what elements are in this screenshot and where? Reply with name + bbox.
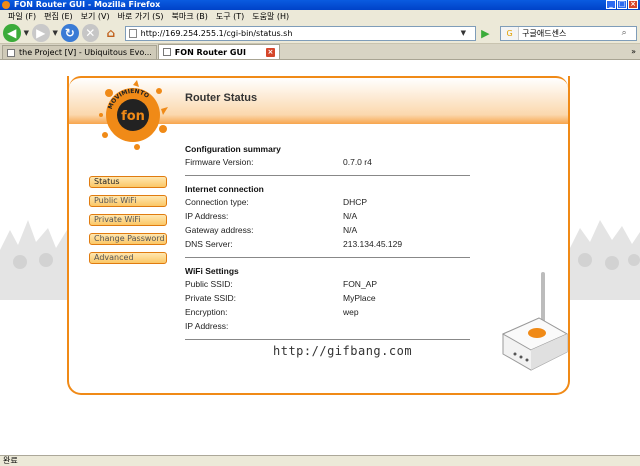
section-heading: WiFi Settings: [185, 266, 239, 276]
menu-view[interactable]: 보기 (V): [77, 11, 114, 22]
info-row: Firmware Version: 0.7.0 r4: [185, 157, 475, 171]
info-label: Connection type:: [185, 197, 249, 207]
search-icon[interactable]: ⌕: [617, 28, 631, 38]
watermark-text: http://gifbang.com: [273, 344, 413, 358]
minimize-button[interactable]: _: [606, 0, 616, 9]
window-title-bar: FON Router GUI - Mozilla Firefox _ □ ×: [0, 0, 640, 10]
fonera-router-illustration: [501, 272, 569, 371]
info-value: DHCP: [343, 197, 368, 207]
close-tab-icon[interactable]: ×: [265, 47, 275, 57]
info-label: DNS Server:: [185, 239, 233, 249]
section-heading: Configuration summary: [185, 144, 281, 154]
tab-bar: the Project [V] - Ubiquitous Evo... FON …: [0, 44, 640, 60]
info-row: Connection type: DHCP: [185, 197, 475, 211]
logo-wordmark: fon: [121, 109, 145, 124]
info-label: IP Address:: [185, 321, 229, 331]
search-input[interactable]: [519, 28, 618, 38]
back-arrow-icon[interactable]: ◀: [3, 24, 21, 42]
status-info: Configuration summary Firmware Version: …: [185, 144, 475, 348]
info-value: MyPlace: [343, 293, 376, 303]
nav-public-wifi-button[interactable]: Public WiFi: [89, 195, 167, 207]
reload-icon[interactable]: ↻: [60, 24, 79, 42]
info-label: IP Address:: [185, 211, 229, 221]
info-value: wep: [343, 307, 359, 317]
nav-change-password-button[interactable]: Change Password: [89, 233, 167, 245]
info-value: FON_AP: [343, 279, 378, 289]
menu-edit[interactable]: 편집 (E): [40, 11, 77, 22]
home-icon[interactable]: ⌂: [102, 24, 120, 42]
page-icon: [7, 48, 15, 57]
info-label: Firmware Version:: [185, 157, 254, 167]
info-row: IP Address: N/A: [185, 211, 475, 225]
info-row: Gateway address: N/A: [185, 225, 475, 239]
section-divider: [185, 175, 470, 176]
search-box[interactable]: G ⌕: [500, 25, 637, 41]
search-engine-icon[interactable]: G: [501, 26, 520, 40]
url-input[interactable]: [140, 28, 461, 38]
window-title: FON Router GUI - Mozilla Firefox: [14, 0, 161, 9]
menu-bookmarks[interactable]: 북마크 (B): [168, 11, 212, 22]
page-title: Router Status: [185, 92, 258, 104]
info-value: N/A: [343, 211, 358, 221]
info-value: N/A: [343, 225, 358, 235]
address-bar[interactable]: ▼: [124, 25, 477, 41]
nav-private-wifi-button[interactable]: Private WiFi: [89, 214, 167, 226]
info-label: Private SSID:: [185, 293, 237, 303]
tab-label: FON Router GUI: [174, 47, 246, 57]
stop-icon[interactable]: ✕: [81, 24, 100, 42]
page-icon: [128, 28, 137, 38]
tab-list-chevron-icon[interactable]: »: [631, 47, 636, 56]
section-heading: Internet connection: [185, 184, 264, 194]
nav-status-button[interactable]: Status: [89, 176, 167, 188]
chevron-down-icon[interactable]: ▼: [24, 29, 29, 37]
info-row: IP Address:: [185, 321, 475, 335]
info-value: 0.7.0 r4: [343, 157, 372, 167]
info-row: Private SSID: MyPlace: [185, 293, 475, 307]
router-status-panel: Router Status fon MOVIMIENTO Status Publ…: [67, 76, 570, 395]
menu-bar: 파일 (F) 편집 (E) 보기 (V) 바로 가기 (S) 북마크 (B) 도…: [0, 10, 640, 23]
close-window-button[interactable]: ×: [628, 0, 638, 9]
tab-fon-router[interactable]: FON Router GUI ×: [157, 44, 280, 59]
status-bar: 완료: [0, 455, 640, 466]
info-row: Encryption: wep: [185, 307, 475, 321]
section-divider: [185, 339, 470, 340]
info-row: DNS Server: 213.134.45.129: [185, 239, 475, 253]
menu-help[interactable]: 도움말 (H): [248, 11, 293, 22]
page-icon: [162, 48, 171, 56]
info-label: Gateway address:: [185, 225, 254, 235]
section-divider: [185, 257, 470, 258]
menu-file[interactable]: 파일 (F): [4, 11, 40, 22]
maximize-button[interactable]: □: [617, 0, 627, 9]
page-viewport: Router Status fon MOVIMIENTO Status Publ…: [0, 60, 640, 455]
nav-advanced-button[interactable]: Advanced: [89, 252, 167, 264]
side-navigation: Status Public WiFi Private WiFi Change P…: [89, 176, 169, 271]
tab-label: the Project [V] - Ubiquitous Evo...: [19, 48, 152, 57]
navigation-toolbar: ◀ ▼ ▶ ▼ ↻ ✕ ⌂ ▼ ▶ G ⌕: [0, 23, 640, 44]
chevron-down-icon[interactable]: ▼: [461, 29, 466, 37]
info-value: 213.134.45.129: [343, 239, 403, 249]
info-label: Public SSID:: [185, 279, 233, 289]
chevron-down-icon[interactable]: ▼: [53, 29, 58, 37]
menu-tools[interactable]: 도구 (T): [212, 11, 248, 22]
menu-go[interactable]: 바로 가기 (S): [114, 11, 168, 22]
fon-movimiento-logo: fon MOVIMIENTO: [99, 80, 168, 150]
firefox-icon: [2, 1, 10, 9]
forward-arrow-icon[interactable]: ▶: [31, 24, 50, 42]
info-label: Encryption:: [185, 307, 228, 317]
status-text: 완료: [3, 456, 18, 465]
tab-ubiquitous[interactable]: the Project [V] - Ubiquitous Evo...: [2, 45, 157, 59]
go-arrow-icon[interactable]: ▶: [478, 26, 492, 40]
info-row: Public SSID: FON_AP: [185, 279, 475, 293]
